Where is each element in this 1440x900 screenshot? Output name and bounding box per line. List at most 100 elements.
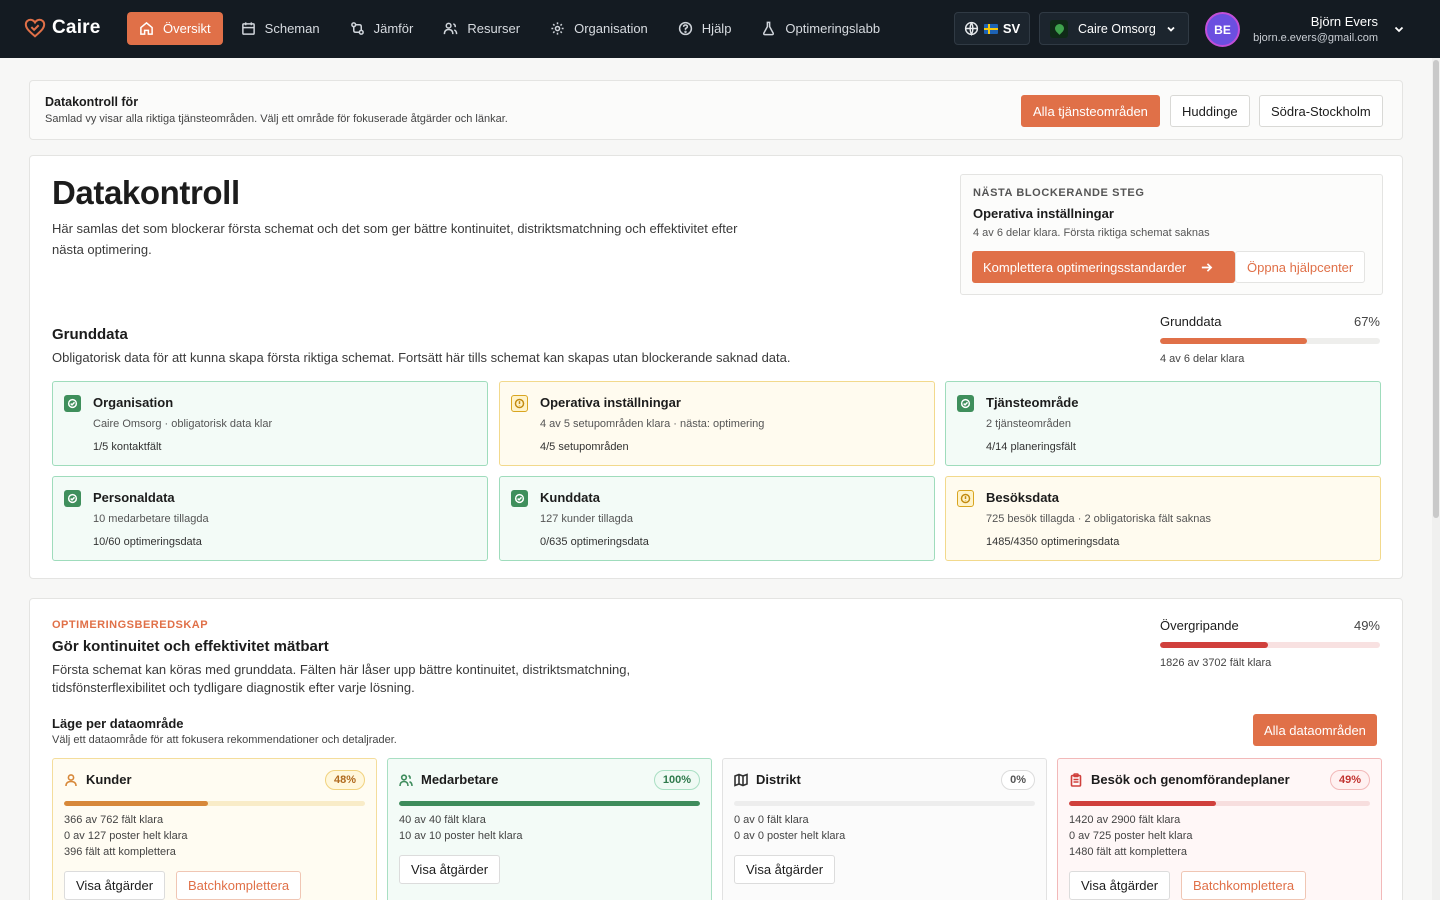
show-actions-button[interactable]: Visa åtgärder (399, 855, 501, 884)
grunddata-tile-operativa-installningar[interactable]: Operativa inställningar 4 av 5 setupområ… (499, 381, 935, 466)
tile-title: Organisation (93, 395, 174, 410)
area-line: 1480 fält att komplettera (1069, 846, 1188, 858)
all-data-areas-button[interactable]: Alla dataområden (1253, 714, 1377, 746)
calendar-icon (241, 22, 255, 35)
optimization-readiness-card: OPTIMERINGSBEREDSKAP Gör kontinuitet och… (29, 598, 1403, 900)
data-area-kunder[interactable]: Kunder 48% 366 av 762 fält klara 0 av 12… (52, 758, 377, 900)
area-title: Kunder (86, 772, 132, 787)
nav-item-jamfor[interactable]: Jämför (338, 12, 426, 45)
chevron-down-icon (1167, 26, 1175, 32)
batch-complete-button[interactable]: Batchkomplettera (176, 871, 302, 900)
nav-item-scheman[interactable]: Scheman (229, 12, 332, 45)
area-line: 0 av 127 poster helt klara (64, 830, 188, 842)
show-actions-button[interactable]: Visa åtgärder (64, 871, 166, 900)
progress-footer: 1826 av 3702 fält klara (1160, 657, 1272, 669)
area-line: 0 av 0 poster helt klara (734, 830, 846, 842)
grunddata-tile-organisation[interactable]: Organisation Caire Omsorg · obligatorisk… (52, 381, 488, 466)
grunddata-title: Grunddata (52, 326, 128, 343)
area-line: 40 av 40 fält klara (399, 814, 486, 826)
area-line: 0 av 725 poster helt klara (1069, 830, 1193, 842)
organization-name: Caire Omsorg (1078, 21, 1156, 36)
grunddata-tile-besoksdata[interactable]: Besöksdata 725 besök tillagda · 2 obliga… (945, 476, 1381, 561)
nav-item-optimeringslabb[interactable]: Optimeringslabb (749, 12, 892, 45)
check-circle-icon (67, 493, 78, 504)
tile-title: Besöksdata (986, 490, 1059, 505)
users-icon (443, 22, 458, 35)
mode-per-area-subtitle: Välj ett dataområde för att fokusera rek… (52, 734, 397, 746)
language-switcher[interactable]: SV (954, 12, 1030, 45)
data-area-medarbetare[interactable]: Medarbetare 100% 40 av 40 fält klara 10 … (387, 758, 712, 900)
progress-track (1160, 642, 1380, 648)
globe-icon (964, 21, 978, 36)
chevron-down-icon[interactable] (1393, 23, 1405, 35)
area-percent-badge: 49% (1329, 770, 1370, 790)
area-progress-track (1069, 801, 1370, 806)
flask-icon (763, 21, 775, 36)
open-help-center-button[interactable]: Öppna hjälpcenter (1235, 251, 1366, 283)
gear-icon (551, 22, 564, 35)
readiness-title: Gör kontinuitet och effektivitet mätbart (52, 638, 329, 655)
nav-item-hjalp[interactable]: Hjälp (666, 12, 744, 45)
area-line: 10 av 10 poster helt klara (399, 830, 523, 842)
check-circle-icon (957, 395, 974, 412)
check-circle-icon (960, 398, 971, 409)
filter-sodra-stockholm-button[interactable]: Södra-Stockholm (1259, 95, 1383, 127)
next-step-title: Operativa inställningar (973, 206, 1114, 221)
show-actions-button[interactable]: Visa åtgärder (1069, 871, 1171, 900)
area-title: Distrikt (756, 772, 801, 787)
next-step-kicker: NÄSTA BLOCKERANDE STEG (973, 187, 1145, 199)
check-circle-icon (511, 490, 528, 507)
user-email: bjorn.e.evers@gmail.com (1253, 32, 1378, 44)
help-icon (678, 21, 692, 36)
grunddata-tile-personaldata[interactable]: Personaldata 10 medarbetare tillagda 10/… (52, 476, 488, 561)
nav-item-label: Scheman (264, 21, 320, 36)
tile-subtitle: 2 tjänsteområden (986, 418, 1071, 430)
organization-switcher[interactable]: Caire Omsorg (1039, 12, 1189, 45)
batch-complete-button[interactable]: Batchkomplettera (1181, 871, 1307, 900)
data-area-besok-och-genomforandeplaner[interactable]: Besök och genomförandeplaner 49% 1420 av… (1057, 758, 1382, 900)
progress-percent: 49% (1353, 618, 1380, 633)
service-area-filter: Datakontroll för Samlad vy visar alla ri… (29, 80, 1403, 140)
progress-label: Övergripande (1160, 618, 1239, 633)
area-progress-fill (1069, 801, 1217, 806)
grunddata-tile-kunddata[interactable]: Kunddata 127 kunder tillagda 0/635 optim… (499, 476, 935, 561)
button-label: Komplettera optimeringsstandarder (983, 259, 1187, 275)
check-circle-icon (64, 395, 81, 412)
area-progress-fill (399, 801, 700, 806)
app-logo[interactable]: Caire (24, 17, 101, 39)
area-progress-track (399, 801, 700, 806)
show-actions-button[interactable]: Visa åtgärder (734, 855, 836, 884)
area-percent-badge: 48% (324, 770, 365, 790)
filter-title: Datakontroll för (45, 95, 139, 109)
warning-icon (957, 490, 974, 507)
tile-subtitle: 10 medarbetare tillagda (93, 513, 209, 525)
tile-meta: 1/5 kontaktfält (93, 441, 162, 453)
scrollbar-thumb[interactable] (1433, 60, 1439, 518)
user-avatar[interactable]: BE (1205, 12, 1240, 47)
progress-footer: 4 av 6 delar klara (1160, 353, 1245, 365)
filter-all-service-areas-button[interactable]: Alla tjänsteområden (1021, 95, 1160, 127)
nav-item-label: Hjälp (701, 21, 732, 36)
compare-icon (350, 22, 364, 35)
filter-huddinge-button[interactable]: Huddinge (1170, 95, 1250, 127)
warning-icon (514, 398, 525, 409)
progress-fill (1160, 338, 1308, 344)
nav-item-oversikt[interactable]: Översikt (127, 12, 223, 45)
data-area-distrikt[interactable]: Distrikt 0% 0 av 0 fält klara 0 av 0 pos… (722, 758, 1047, 900)
area-line: 366 av 762 fält klara (64, 814, 164, 826)
user-menu[interactable]: Björn Evers bjorn.e.evers@gmail.com (1253, 14, 1378, 44)
check-circle-icon (67, 398, 78, 409)
top-navigation-bar: Caire Översikt Scheman Jämför Resurser O… (0, 0, 1440, 58)
area-title: Besök och genomförandeplaner (1091, 772, 1290, 787)
nav-item-label: Resurser (467, 21, 521, 36)
tile-subtitle: 4 av 5 setupområden klara · nästa: optim… (540, 418, 765, 430)
nav-item-resurser[interactable]: Resurser (431, 12, 532, 45)
heart-logo-icon (24, 18, 46, 38)
home-icon (140, 21, 153, 35)
nav-item-organisation[interactable]: Organisation (538, 12, 660, 45)
complete-optimization-defaults-button[interactable]: Komplettera optimeringsstandarder (972, 251, 1235, 283)
mode-per-area-title: Läge per dataområde (52, 716, 184, 731)
area-progress-track (64, 801, 365, 806)
next-blocking-step-panel: NÄSTA BLOCKERANDE STEG Operativa inställ… (960, 174, 1383, 295)
grunddata-tile-tjansteomrade[interactable]: Tjänsteområde 2 tjänsteområden 4/14 plan… (945, 381, 1381, 466)
